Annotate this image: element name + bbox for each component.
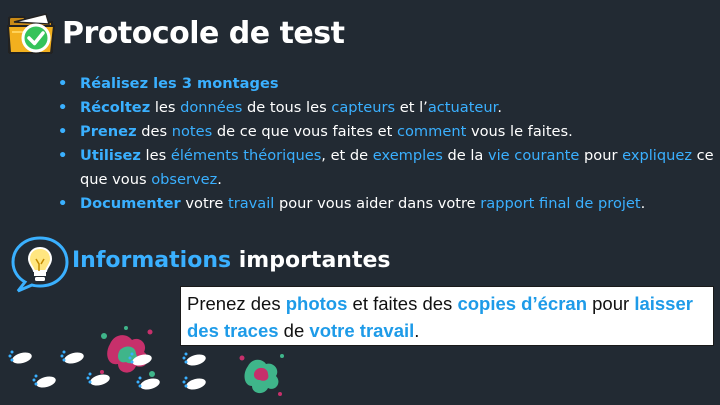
note-text: pour bbox=[587, 293, 635, 314]
step-text: . bbox=[497, 99, 502, 116]
step-text: vous le faites. bbox=[466, 123, 573, 140]
note-text: de bbox=[278, 320, 310, 341]
folder-check-icon bbox=[6, 13, 56, 54]
note-text: photos bbox=[285, 293, 348, 314]
step-text: de ce que vous faites et bbox=[212, 123, 397, 140]
step-text: votre bbox=[180, 195, 228, 212]
step-text: capteurs bbox=[331, 99, 396, 116]
paint-splash-icon bbox=[239, 354, 284, 396]
note-box: Prenez des photos et faites des copies d… bbox=[180, 286, 714, 346]
step-text: pour vous aider dans votre bbox=[274, 195, 481, 212]
note-text: et faites des bbox=[347, 293, 458, 314]
step-text: notes bbox=[171, 123, 213, 140]
step-text: de tous les bbox=[242, 99, 332, 116]
steps-list: Réalisez les 3 montages Récoltez les don… bbox=[58, 72, 718, 216]
note-text: . bbox=[414, 320, 420, 341]
lightbulb-icon bbox=[11, 236, 69, 293]
note-text: copies d’écran bbox=[457, 293, 587, 314]
step-text: Utilisez bbox=[80, 147, 141, 164]
step-text: rapport final de projet bbox=[480, 195, 641, 212]
page-title: Protocole de test bbox=[62, 15, 345, 51]
step-text: Récoltez bbox=[80, 99, 151, 116]
info-heading-row: Informations importantes bbox=[10, 234, 391, 294]
list-item: Utilisez les éléments théoriques, et de … bbox=[58, 144, 718, 192]
list-item: Prenez des notes de ce que vous faites e… bbox=[58, 120, 718, 144]
step-text: comment bbox=[396, 123, 467, 140]
info-title-highlight: Informations bbox=[72, 247, 232, 273]
step-text: . bbox=[217, 171, 222, 188]
step-text: des bbox=[136, 123, 172, 140]
step-text: Documenter bbox=[80, 195, 181, 212]
list-item: Récoltez les données de tous les capteur… bbox=[58, 96, 718, 120]
footprints-icon bbox=[8, 350, 206, 390]
step-text: actuateur bbox=[427, 99, 498, 116]
step-text: exemples bbox=[372, 147, 443, 164]
step-text: pour bbox=[579, 147, 623, 164]
title-row: Protocole de test bbox=[6, 8, 345, 56]
note-text: Prenez des bbox=[187, 293, 286, 314]
step-text: vie courante bbox=[487, 147, 580, 164]
list-item: Documenter votre travail pour vous aider… bbox=[58, 192, 718, 216]
step-text: travail bbox=[227, 195, 275, 212]
step-text: et l’ bbox=[395, 99, 428, 116]
step-text: Prenez bbox=[80, 123, 137, 140]
info-title: Informations importantes bbox=[72, 248, 391, 273]
step-text: , et de bbox=[321, 147, 373, 164]
step-text: éléments théoriques bbox=[170, 147, 322, 164]
step-text: les bbox=[150, 99, 181, 116]
step-text: Réalisez les 3 montages bbox=[80, 75, 279, 92]
step-text: données bbox=[180, 99, 243, 116]
list-item: Réalisez les 3 montages bbox=[58, 72, 718, 96]
step-text: observez bbox=[151, 171, 218, 188]
step-text: expliquez bbox=[622, 147, 693, 164]
step-text: . bbox=[640, 195, 646, 212]
step-text: de la bbox=[442, 147, 488, 164]
note-text: votre travail bbox=[309, 320, 415, 341]
step-text: les bbox=[140, 147, 171, 164]
info-title-rest: importantes bbox=[231, 247, 391, 273]
